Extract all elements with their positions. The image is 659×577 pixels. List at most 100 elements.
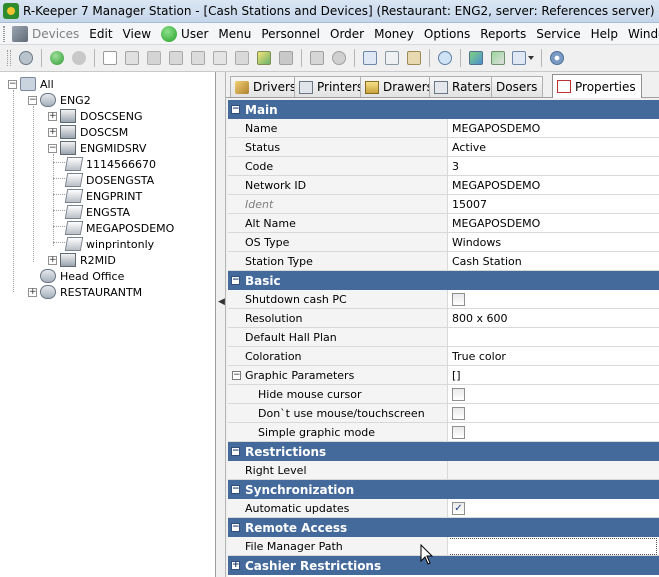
tab-properties[interactable]: Properties: [552, 74, 642, 98]
cancel-icon[interactable]: [329, 48, 349, 68]
right-level-value[interactable]: [447, 461, 659, 480]
expand-icon[interactable]: +: [48, 111, 57, 121]
prop-row-code[interactable]: Code 3: [228, 157, 659, 176]
copy2-icon[interactable]: [360, 48, 380, 68]
prop-row-graphic-params[interactable]: − Graphic Parameters []: [228, 366, 659, 385]
menubar-grip[interactable]: [3, 25, 5, 42]
paste-icon[interactable]: [404, 48, 424, 68]
collapse-icon[interactable]: −: [232, 371, 241, 380]
category-main[interactable]: − Main: [228, 100, 659, 119]
toolbar-grip[interactable]: [7, 50, 11, 66]
tree-node-server[interactable]: + DOSCSM: [48, 124, 128, 140]
move-icon[interactable]: [254, 48, 274, 68]
prop-row-coloration[interactable]: Coloration True color: [228, 347, 659, 366]
prop-row-right-level[interactable]: Right Level: [228, 461, 659, 480]
copy-icon[interactable]: [122, 48, 142, 68]
expand-icon[interactable]: +: [28, 287, 37, 297]
prop-row-no-mouse[interactable]: Don`t use mouse/touchscreen: [228, 404, 659, 423]
auto-updates-checkbox[interactable]: ✓: [452, 501, 465, 515]
collapse-icon[interactable]: −: [231, 447, 240, 456]
refresh-icon[interactable]: [16, 48, 36, 68]
prop-row-status[interactable]: Status Active: [228, 138, 659, 157]
prop-row-name[interactable]: Name MEGAPOSDEMO: [228, 119, 659, 138]
menu-user[interactable]: User: [157, 23, 214, 45]
expand-icon[interactable]: +: [48, 255, 57, 265]
tree-node-station[interactable]: 1114566670: [64, 156, 156, 172]
category-cashier-restrictions[interactable]: + Cashier Restrictions: [228, 556, 659, 575]
tree-node-station[interactable]: winprintonly: [64, 236, 154, 252]
no-mouse-checkbox[interactable]: [452, 406, 465, 420]
category-restrictions[interactable]: − Restrictions: [228, 442, 659, 461]
menu-view[interactable]: View: [119, 23, 157, 45]
menu-edit[interactable]: Edit: [85, 23, 118, 45]
collapse-icon[interactable]: −: [231, 105, 240, 114]
tree-node-server[interactable]: − ENGMIDSRV: [48, 140, 146, 156]
find-icon[interactable]: [435, 48, 455, 68]
print-icon[interactable]: [166, 48, 186, 68]
collapse-icon[interactable]: −: [48, 143, 57, 153]
hall-plan-value[interactable]: [447, 328, 659, 347]
prop-row-network-id[interactable]: Network ID MEGAPOSDEMO: [228, 176, 659, 195]
prop-row-simple-mode[interactable]: Simple graphic mode: [228, 423, 659, 442]
tree-node-server[interactable]: + R2MID: [48, 252, 116, 268]
back-icon[interactable]: [47, 48, 67, 68]
category-remote-access[interactable]: − Remote Access: [228, 518, 659, 537]
expand-icon[interactable]: +: [48, 127, 57, 137]
properties-icon[interactable]: [210, 48, 230, 68]
menu-help[interactable]: Help: [587, 23, 624, 45]
collapse-arrow-icon[interactable]: ◀: [218, 297, 225, 307]
folder-icon[interactable]: [232, 48, 252, 68]
menu-reports[interactable]: Reports: [476, 23, 532, 45]
menu-money[interactable]: Money: [370, 23, 420, 45]
tree-node-station[interactable]: ENGPRINT: [64, 188, 142, 204]
tab-dosers[interactable]: Dosers: [491, 76, 544, 97]
tree-node-station-selected[interactable]: MEGAPOSDEMO: [64, 220, 174, 236]
prop-row-file-manager-path[interactable]: File Manager Path: [228, 537, 659, 556]
tree-node-station[interactable]: ENGSTA: [64, 204, 130, 220]
prop-row-hall-plan[interactable]: Default Hall Plan: [228, 328, 659, 347]
collapse-icon[interactable]: −: [231, 523, 240, 532]
delete-icon[interactable]: [276, 48, 296, 68]
tab-raters[interactable]: Raters: [429, 76, 497, 97]
menu-order[interactable]: Order: [326, 23, 370, 45]
prop-row-shutdown[interactable]: Shutdown cash PC: [228, 290, 659, 309]
menu-menu[interactable]: Menu: [214, 23, 257, 45]
collapse-icon[interactable]: −: [231, 276, 240, 285]
tree-node-restaurantm[interactable]: + RESTAURANTM: [28, 284, 142, 300]
menu-personnel[interactable]: Personnel: [257, 23, 326, 45]
cut2-icon[interactable]: [382, 48, 402, 68]
menu-devices[interactable]: Devices: [8, 23, 85, 45]
tree-node-all[interactable]: − All: [8, 76, 54, 92]
export-icon[interactable]: [488, 48, 508, 68]
collapse-icon[interactable]: −: [28, 95, 37, 105]
grid-icon[interactable]: [510, 48, 536, 68]
expand-icon[interactable]: +: [231, 561, 240, 570]
settings-icon[interactable]: [547, 48, 567, 68]
prop-row-auto-updates[interactable]: Automatic updates ✓: [228, 499, 659, 518]
tab-printers[interactable]: Printers: [294, 76, 370, 97]
new-icon[interactable]: [100, 48, 120, 68]
tab-drawers[interactable]: Drawers: [360, 76, 439, 97]
hide-cursor-checkbox[interactable]: [452, 387, 465, 401]
prop-row-resolution[interactable]: Resolution 800 x 600: [228, 309, 659, 328]
simple-mode-checkbox[interactable]: [452, 425, 465, 439]
menu-options[interactable]: Options: [420, 23, 476, 45]
panel-splitter[interactable]: ◀: [217, 72, 226, 577]
prop-row-hide-cursor[interactable]: Hide mouse cursor: [228, 385, 659, 404]
collapse-icon[interactable]: −: [8, 79, 17, 89]
shutdown-checkbox[interactable]: [452, 292, 465, 306]
tree-node-head-office[interactable]: Head Office: [40, 268, 124, 284]
transfer-icon[interactable]: [466, 48, 486, 68]
file-manager-path-input[interactable]: [450, 537, 657, 555]
prop-row-station-type[interactable]: Station Type Cash Station: [228, 252, 659, 271]
category-synchronization[interactable]: − Synchronization: [228, 480, 659, 499]
category-basic[interactable]: − Basic: [228, 271, 659, 290]
tab-drivers[interactable]: Drivers: [230, 76, 303, 97]
save-icon[interactable]: [307, 48, 327, 68]
prop-row-alt-name[interactable]: Alt Name MEGAPOSDEMO: [228, 214, 659, 233]
tree-node-eng2[interactable]: − ENG2: [28, 92, 91, 108]
menu-window[interactable]: Window: [624, 23, 659, 45]
forward-icon[interactable]: [69, 48, 89, 68]
menu-service[interactable]: Service: [532, 23, 586, 45]
cut-icon[interactable]: [144, 48, 164, 68]
